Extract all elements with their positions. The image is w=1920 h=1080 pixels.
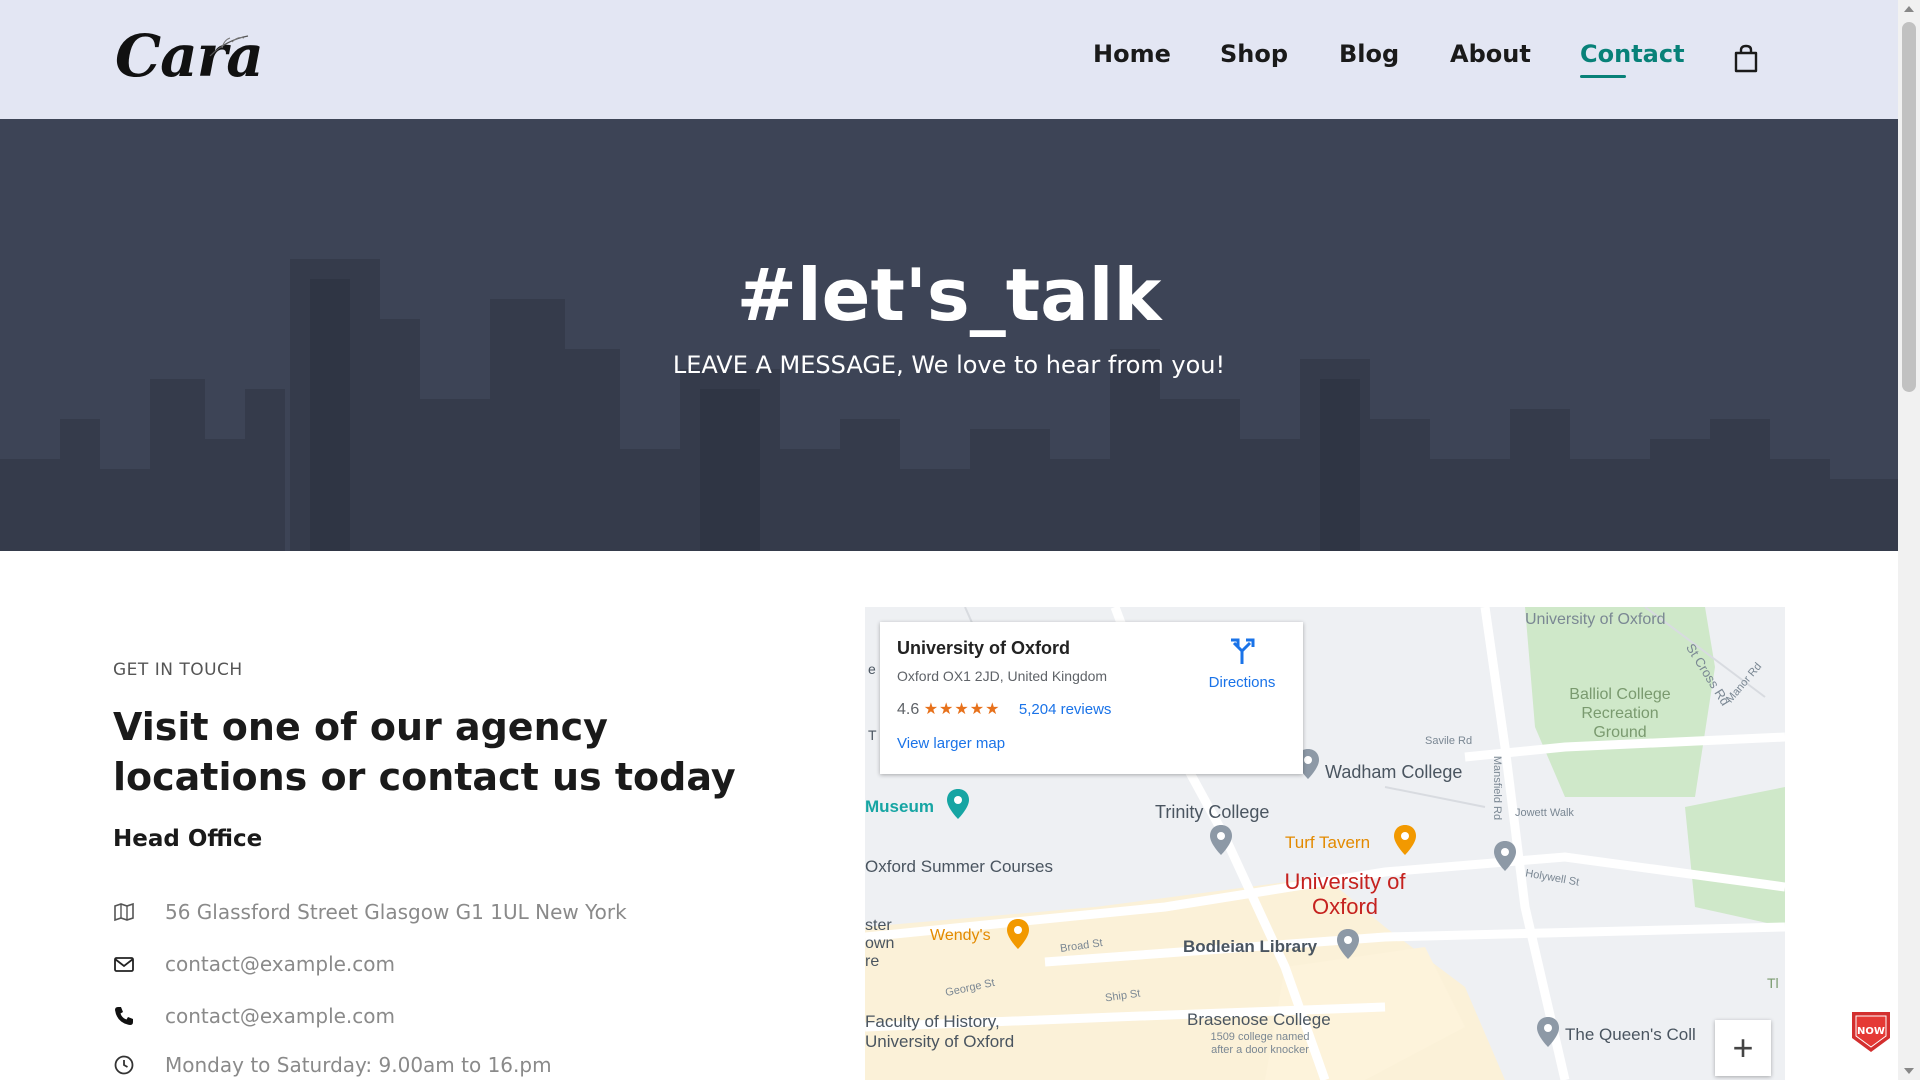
address-row: 56 Glassford Street Glasgow G1 1UL New Y… bbox=[113, 900, 627, 924]
label-univ-top: University of Oxford bbox=[1525, 611, 1666, 628]
navbar: Cara Home Shop Blog About Contact bbox=[0, 0, 1898, 119]
rating-value: 4.6 bbox=[897, 701, 920, 718]
main-nav: Home Shop Blog About Contact bbox=[0, 40, 1898, 80]
nav-blog[interactable]: Blog bbox=[1339, 40, 1399, 68]
address-text: 56 Glassford Street Glasgow G1 1UL New Y… bbox=[165, 900, 627, 924]
google-map[interactable]: University of Oxford Balliol College Rec… bbox=[865, 607, 1785, 1080]
place-rating: 4.6 ★★★★★ 5,204 reviews bbox=[897, 699, 1111, 719]
directions-icon bbox=[1231, 638, 1255, 664]
badge-text: NOW bbox=[1857, 1026, 1885, 1037]
scroll-up-arrow-icon[interactable] bbox=[1904, 6, 1914, 12]
directions-label: Directions bbox=[1208, 674, 1276, 691]
contact-details: GET IN TOUCH Visit one of our agency loc… bbox=[113, 660, 813, 1077]
label-e: e bbox=[868, 661, 876, 677]
zoom-in-button[interactable]: + bbox=[1715, 1020, 1771, 1076]
section-kicker: GET IN TOUCH bbox=[113, 660, 243, 680]
nav-contact-label: Contact bbox=[1580, 40, 1685, 68]
hours-row: Monday to Saturday: 9.00am to 16.pm bbox=[113, 1053, 552, 1077]
envelope-icon bbox=[114, 957, 134, 972]
page-scrollbar[interactable] bbox=[1898, 0, 1920, 1080]
now-badge-icon: NOW bbox=[1852, 1012, 1890, 1052]
nav-about[interactable]: About bbox=[1450, 40, 1531, 68]
shopping-bag-icon[interactable] bbox=[1731, 44, 1761, 74]
pin-icon-holywell[interactable] bbox=[1492, 839, 1518, 873]
clock-icon bbox=[114, 1055, 134, 1075]
reviews-link[interactable]: 5,204 reviews bbox=[1019, 701, 1112, 718]
label-museum: Museum bbox=[865, 797, 934, 816]
view-larger-map-link[interactable]: View larger map bbox=[897, 735, 1005, 752]
hero-title: #let's_talk bbox=[736, 253, 1162, 337]
label-history: Faculty of History, University of Oxford bbox=[865, 1012, 1015, 1051]
label-wendys: Wendy's bbox=[930, 927, 991, 944]
label-ster: ster bbox=[865, 917, 892, 934]
email-row: contact@example.com bbox=[113, 952, 395, 976]
label-wadham: Wadham College bbox=[1325, 762, 1463, 782]
label-trinity: Trinity College bbox=[1155, 802, 1270, 822]
phone-icon bbox=[115, 1007, 133, 1025]
place-address: Oxford OX1 2JD, United Kingdom bbox=[897, 668, 1108, 684]
hero-subtitle: LEAVE A MESSAGE, We love to hear from yo… bbox=[672, 351, 1226, 379]
pin-icon-museum[interactable] bbox=[945, 787, 971, 821]
label-re: re bbox=[865, 953, 880, 970]
map-info-card: University of Oxford Oxford OX1 2JD, Uni… bbox=[880, 622, 1303, 774]
hours-text: Monday to Saturday: 9.00am to 16.pm bbox=[165, 1053, 552, 1077]
directions-button[interactable]: Directions bbox=[1197, 637, 1287, 691]
label-brasenose: Brasenose College bbox=[1187, 1010, 1331, 1029]
label-tl: Tl bbox=[1767, 975, 1779, 991]
pin-icon-wendys[interactable] bbox=[1005, 917, 1031, 951]
scroll-thumb[interactable] bbox=[1902, 22, 1916, 392]
email-text[interactable]: contact@example.com bbox=[165, 952, 395, 976]
nav-home[interactable]: Home bbox=[1093, 40, 1171, 68]
map-icon bbox=[114, 902, 134, 922]
hero-banner: #let's_talk LEAVE A MESSAGE, We love to … bbox=[0, 119, 1898, 551]
pin-icon-trinity[interactable] bbox=[1208, 823, 1234, 857]
active-underline bbox=[1580, 75, 1626, 78]
label-own: own bbox=[865, 935, 895, 952]
phone-row: contact@example.com bbox=[113, 1004, 395, 1028]
place-title: University of Oxford bbox=[897, 638, 1071, 658]
pin-icon-bodleian[interactable] bbox=[1335, 927, 1361, 961]
section-heading: Visit one of our agency locations or con… bbox=[113, 705, 736, 799]
scroll-down-arrow-icon[interactable] bbox=[1904, 1068, 1914, 1074]
label-queens: The Queen's Coll bbox=[1565, 1025, 1696, 1044]
label-brasenose-sub: 1509 college named after a door knocker bbox=[1210, 1031, 1310, 1056]
star-rating-icon: ★★★★★ bbox=[923, 701, 1001, 718]
label-univ-main: University of Oxford bbox=[1284, 869, 1406, 919]
nav-contact[interactable]: Contact bbox=[1580, 40, 1685, 78]
pin-icon-queens[interactable] bbox=[1535, 1015, 1561, 1049]
phone-text[interactable]: contact@example.com bbox=[165, 1004, 395, 1028]
label-jowett: Jowett Walk bbox=[1515, 807, 1574, 819]
label-summer-courses: Oxford Summer Courses bbox=[865, 857, 1053, 876]
nav-shop[interactable]: Shop bbox=[1220, 40, 1288, 68]
label-turf: Turf Tavern bbox=[1285, 833, 1371, 852]
label-t: T bbox=[868, 727, 877, 743]
label-savile: Savile Rd bbox=[1425, 735, 1473, 747]
label-mansfield: Mansfield Rd bbox=[1491, 755, 1504, 821]
label-bodleian: Bodleian Library bbox=[1183, 937, 1318, 956]
pin-icon-turf-tavern[interactable] bbox=[1392, 823, 1418, 857]
office-title: Head Office bbox=[113, 826, 263, 852]
label-balliol: Balliol College Recreation Ground bbox=[1569, 686, 1671, 741]
